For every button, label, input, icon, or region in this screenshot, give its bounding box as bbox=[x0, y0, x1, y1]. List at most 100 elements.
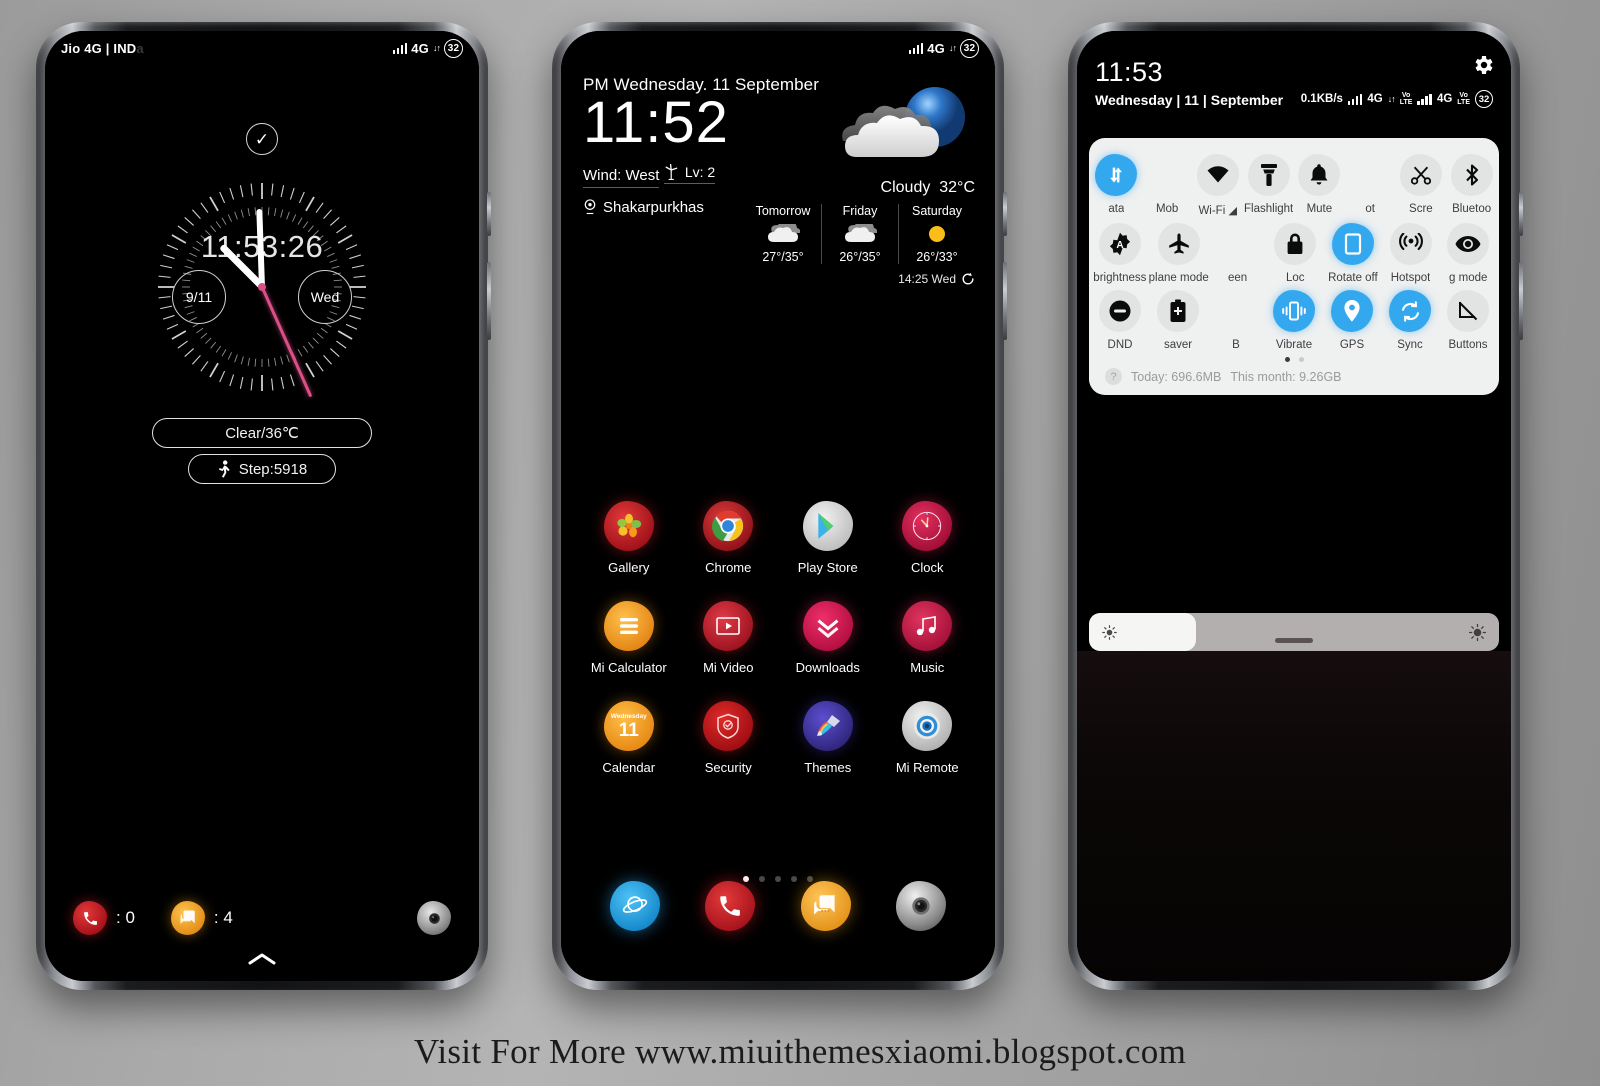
forecast-temps: 26°/33° bbox=[916, 250, 958, 264]
battery-badge: 32 bbox=[960, 38, 979, 58]
widget-updated[interactable]: 14:25 Wed bbox=[745, 272, 975, 286]
qs-label: ot bbox=[1365, 203, 1375, 215]
volume-button-3[interactable] bbox=[1519, 262, 1523, 340]
lock-shortcut-phone[interactable]: : 0 bbox=[73, 901, 135, 935]
volume-button-2[interactable] bbox=[1003, 262, 1007, 340]
shade-header: 11:53 Wednesday | 11 | September 0.1KB/s… bbox=[1077, 57, 1511, 108]
app-music[interactable]: Music bbox=[878, 601, 978, 675]
app-security[interactable]: Security bbox=[679, 701, 779, 775]
qs-tile-sync[interactable]: Sync bbox=[1381, 290, 1439, 351]
qs-row: DND saver B Vibrate GPS Sync Buttons bbox=[1089, 290, 1499, 351]
bell-icon bbox=[1298, 154, 1341, 196]
app-mi-calculator[interactable]: Mi Calculator bbox=[579, 601, 679, 675]
qs-tile-lock[interactable]: Loc bbox=[1266, 223, 1324, 284]
app-play-store[interactable]: Play Store bbox=[778, 501, 878, 575]
app-clock[interactable]: Clock bbox=[878, 501, 978, 575]
subdial-weekday: Wed bbox=[298, 270, 352, 324]
qs-tile-screen-partial[interactable]: een bbox=[1209, 223, 1267, 284]
notification-shade[interactable]: 11:53 Wednesday | 11 | September 0.1KB/s… bbox=[1077, 31, 1511, 981]
qs-tile-mute[interactable]: Mute bbox=[1294, 154, 1345, 217]
forecast-day: Tomorrow bbox=[755, 204, 811, 218]
qs-tile-buttons[interactable]: Buttons bbox=[1439, 290, 1497, 351]
question-icon[interactable]: ? bbox=[1105, 368, 1122, 385]
app-mi-video[interactable]: Mi Video bbox=[679, 601, 779, 675]
data-arrows-icon: ↓↑ bbox=[1387, 93, 1396, 104]
qs-tile-hotspot[interactable]: Hotspot bbox=[1382, 223, 1440, 284]
dock-browser[interactable] bbox=[587, 881, 683, 931]
dock-phone[interactable] bbox=[683, 881, 779, 931]
qs-tile-airplane-mode[interactable]: plane mode bbox=[1149, 223, 1209, 284]
qs-tile-battery-saver[interactable]: saver bbox=[1149, 290, 1207, 351]
qs-label: DND bbox=[1107, 339, 1133, 351]
qs-tile-rotate[interactable]: Rotate off bbox=[1324, 223, 1382, 284]
shade-header-row2: Wednesday | 11 | September 0.1KB/s 4G ↓↑… bbox=[1095, 90, 1493, 108]
qs-tile-blank[interactable]: B bbox=[1207, 290, 1265, 351]
wifi-icon bbox=[1196, 154, 1239, 196]
phone-lock-screen: Jio 4G | INDa 4G ↓↑ 32 ✓ 11:53:26 9/11 W… bbox=[36, 22, 491, 990]
unlock-chevron-up-icon[interactable] bbox=[247, 951, 277, 967]
bluetooth-icon bbox=[1450, 154, 1493, 196]
qs-tile-dnd[interactable]: DND bbox=[1091, 290, 1149, 351]
qs-page-dot[interactable] bbox=[1284, 357, 1290, 362]
app-gallery[interactable]: Gallery bbox=[579, 501, 679, 575]
data-arrows-icon: ↓↑ bbox=[949, 42, 957, 53]
cloudy-moon-icon bbox=[842, 87, 965, 157]
signal-bars-icon bbox=[1347, 93, 1363, 105]
qs-label: plane mode bbox=[1148, 272, 1209, 284]
qs-tile-auto-brightness[interactable]: A brightness bbox=[1091, 223, 1149, 284]
app-label: Play Store bbox=[797, 560, 858, 575]
qs-tile-vibrate[interactable]: Vibrate bbox=[1265, 290, 1323, 351]
qs-tile-screen-recorder[interactable]: Scre bbox=[1396, 154, 1447, 217]
weather-pill[interactable]: Clear/36℃ bbox=[152, 418, 372, 448]
qs-tile-wifi[interactable]: Wi-Fi ◢ bbox=[1193, 154, 1244, 217]
lock-shortcut-messages[interactable]: : 4 bbox=[170, 901, 233, 935]
qs-tile-bluetooth[interactable]: Bluetoo bbox=[1446, 154, 1497, 217]
data-speed-label: 0.1KB/s bbox=[1300, 93, 1343, 105]
widget-wind: Wind: West bbox=[583, 167, 660, 188]
power-button-3[interactable] bbox=[1519, 192, 1523, 236]
dock-camera[interactable] bbox=[874, 881, 970, 931]
qs-page-indicator[interactable] bbox=[1089, 357, 1499, 362]
forecast-temps: 27°/35° bbox=[762, 250, 804, 264]
qs-tile-flashlight[interactable]: Flashlight bbox=[1243, 154, 1294, 217]
qs-tile-gps[interactable]: GPS bbox=[1323, 290, 1381, 351]
scissors-icon bbox=[1399, 154, 1442, 196]
qs-tile-mobile-data[interactable]: ata bbox=[1091, 154, 1142, 217]
sync-icon bbox=[1389, 290, 1431, 332]
weather-clock-widget[interactable]: PM Wednesday. 11 September 11:52 Wind: W… bbox=[561, 75, 995, 286]
brightness-slider[interactable] bbox=[1089, 613, 1499, 651]
analog-clock-widget[interactable]: 11:53:26 9/11 Wed bbox=[152, 177, 372, 398]
lock-screen[interactable]: Jio 4G | INDa 4G ↓↑ 32 ✓ 11:53:26 9/11 W… bbox=[45, 31, 479, 981]
app-themes[interactable]: Themes bbox=[778, 701, 878, 775]
shade-status-icons: 0.1KB/s 4G ↓↑ Vo LTE 4G Vo LTE 32 bbox=[1301, 90, 1493, 108]
lock-status-bar: Jio 4G | INDa 4G ↓↑ 32 bbox=[45, 31, 479, 65]
app-chrome[interactable]: Chrome bbox=[679, 501, 779, 575]
app-downloads[interactable]: Downloads bbox=[778, 601, 878, 675]
camera-icon bbox=[896, 881, 947, 931]
qs-page-dot[interactable] bbox=[1298, 357, 1304, 362]
app-label: Gallery bbox=[608, 560, 650, 575]
home-screen[interactable]: 4G ↓↑ 32 PM Wednesday. 11 September 11:5… bbox=[561, 31, 995, 981]
power-button-2[interactable] bbox=[1003, 192, 1007, 236]
data-usage-row[interactable]: ? Today: 696.6MB This month: 9.26GB bbox=[1089, 368, 1499, 385]
step-pill[interactable]: Step:5918 bbox=[188, 454, 336, 484]
dock-messages[interactable] bbox=[778, 881, 874, 931]
app-label: Downloads bbox=[795, 660, 860, 675]
app-calendar[interactable]: Wednesday 11 Calendar bbox=[579, 701, 679, 775]
screenshot-icon bbox=[1349, 154, 1391, 196]
qs-label: Buttons bbox=[1448, 339, 1488, 351]
volume-button[interactable] bbox=[487, 262, 491, 340]
home-indicator-bar[interactable] bbox=[1275, 638, 1313, 643]
power-button[interactable] bbox=[487, 192, 491, 236]
lock-shortcut-camera[interactable] bbox=[417, 901, 451, 935]
refresh-icon[interactable] bbox=[961, 272, 975, 286]
carrier-extra: a bbox=[136, 40, 144, 56]
qs-tile-screenshot-partial[interactable]: ot bbox=[1345, 154, 1396, 217]
location-pin-icon bbox=[584, 199, 596, 215]
qs-tile-mobile[interactable]: Mob bbox=[1142, 154, 1193, 217]
qs-tile-reading-mode[interactable]: g mode bbox=[1439, 223, 1497, 284]
qs-row: A brightness plane mode een Loc Rotate o… bbox=[1089, 223, 1499, 284]
messages-icon bbox=[800, 881, 851, 931]
qs-label: brightness bbox=[1093, 272, 1147, 284]
app-mi-remote[interactable]: Mi Remote bbox=[878, 701, 978, 775]
